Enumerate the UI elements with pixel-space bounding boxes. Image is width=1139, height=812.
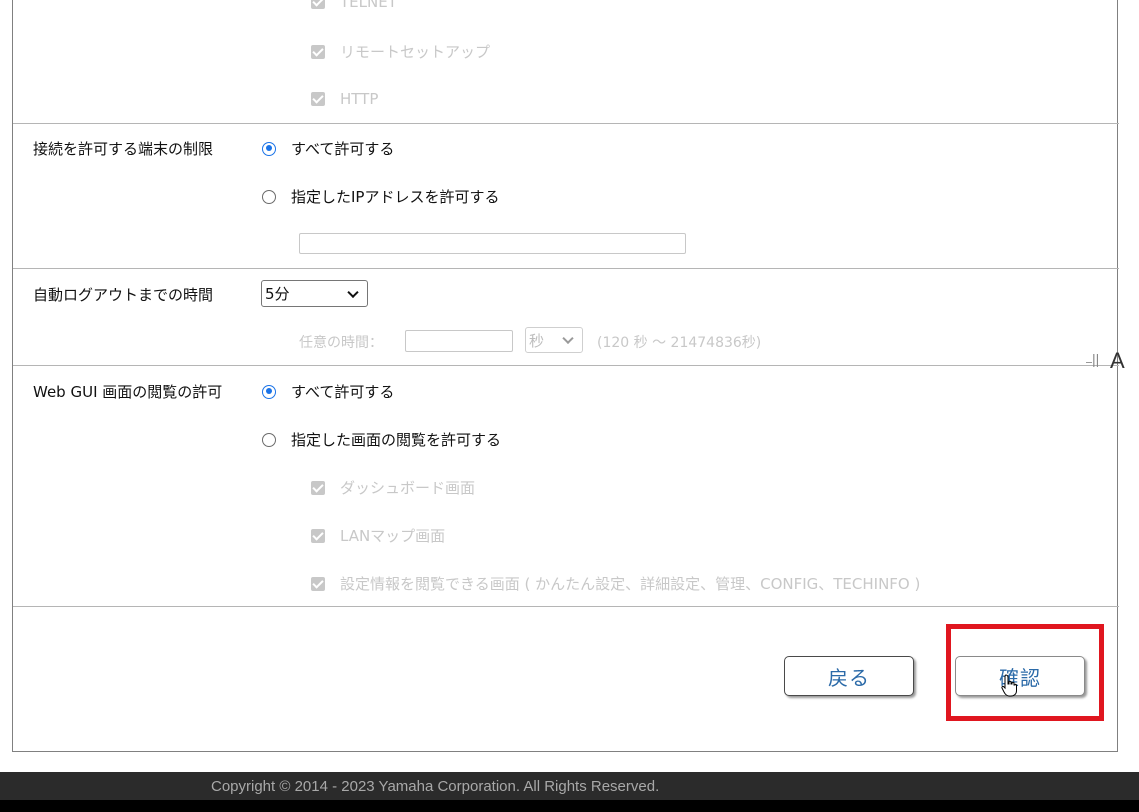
http-label: HTTP	[340, 90, 379, 108]
access-restriction-label: 接続を許可する端末の制限	[33, 140, 214, 158]
settings-screens-checkbox	[311, 576, 325, 591]
gui-allow-all-option[interactable]: すべて許可する	[262, 381, 394, 402]
time-unit-select[interactable]: 秒	[525, 327, 583, 353]
lan-map-checkbox	[311, 528, 325, 543]
time-range-hint: (120 秒 ～ 21474836秒)	[597, 335, 762, 351]
access-allow-all-radio[interactable]	[262, 141, 276, 156]
footer-copyright: Copyright © 2014 - 2023 Yamaha Corporati…	[211, 778, 660, 795]
access-allow-ip-label: 指定したIPアドレスを許可する	[291, 188, 500, 206]
auto-logout-selected: 5分	[265, 285, 290, 303]
side-bars-icon: ||	[1092, 351, 1100, 367]
auto-logout-select[interactable]: 5分	[261, 280, 368, 307]
access-allow-ip-option[interactable]: 指定したIPアドレスを許可する	[262, 186, 499, 207]
custom-time-input[interactable]	[405, 330, 513, 352]
side-panel-toggle[interactable]: || A	[1086, 348, 1139, 378]
remote-setup-label: リモートセットアップ	[340, 43, 491, 61]
telnet-checkbox	[311, 0, 325, 9]
telnet-label: TELNET	[340, 0, 397, 11]
http-option: HTTP	[311, 90, 378, 108]
settings-screens-option: 設定情報を閲覧できる画面 ( かんたん設定、詳細設定、管理、CONFIG、TEC…	[311, 573, 920, 594]
access-allow-all-option[interactable]: すべて許可する	[262, 138, 394, 159]
custom-time-label: 任意の時間：	[299, 335, 383, 351]
access-allow-ip-radio[interactable]	[262, 189, 276, 204]
gui-allow-specified-option[interactable]: 指定した画面の閲覧を許可する	[262, 429, 501, 450]
divider	[13, 606, 1119, 607]
divider	[13, 123, 1119, 124]
side-letter: A	[1110, 348, 1125, 373]
ip-address-input[interactable]	[299, 233, 686, 254]
dashboard-option: ダッシュボード画面	[311, 477, 475, 498]
chevron-down-icon	[562, 332, 574, 345]
divider	[13, 365, 1119, 366]
lan-map-label: LANマップ画面	[340, 527, 446, 545]
hand-cursor-icon	[1001, 674, 1017, 697]
remote-setup-checkbox	[311, 44, 325, 59]
gui-allow-all-radio[interactable]	[262, 384, 276, 399]
telnet-option: TELNET	[311, 0, 397, 11]
http-checkbox	[311, 92, 325, 106]
time-unit-selected: 秒	[529, 331, 545, 350]
settings-screens-label: 設定情報を閲覧できる画面 ( かんたん設定、詳細設定、管理、CONFIG、TEC…	[340, 575, 921, 593]
back-button[interactable]: 戻る	[784, 656, 914, 696]
dashboard-checkbox	[311, 480, 325, 495]
gui-allow-all-label: すべて許可する	[291, 383, 395, 401]
gui-allow-specified-radio[interactable]	[262, 432, 276, 447]
divider	[13, 268, 1119, 269]
remote-setup-option: リモートセットアップ	[311, 41, 490, 62]
footer-strip	[0, 800, 1139, 812]
access-allow-all-label: すべて許可する	[291, 140, 395, 158]
gui-allow-specified-label: 指定した画面の閲覧を許可する	[291, 431, 502, 449]
gui-view-label: Web GUI 画面の閲覧の許可	[33, 383, 223, 401]
lan-map-option: LANマップ画面	[311, 525, 445, 546]
dashboard-label: ダッシュボード画面	[340, 479, 476, 497]
auto-logout-label: 自動ログアウトまでの時間	[33, 286, 214, 304]
chevron-down-icon	[347, 286, 359, 298]
confirm-highlight-box	[946, 624, 1104, 721]
